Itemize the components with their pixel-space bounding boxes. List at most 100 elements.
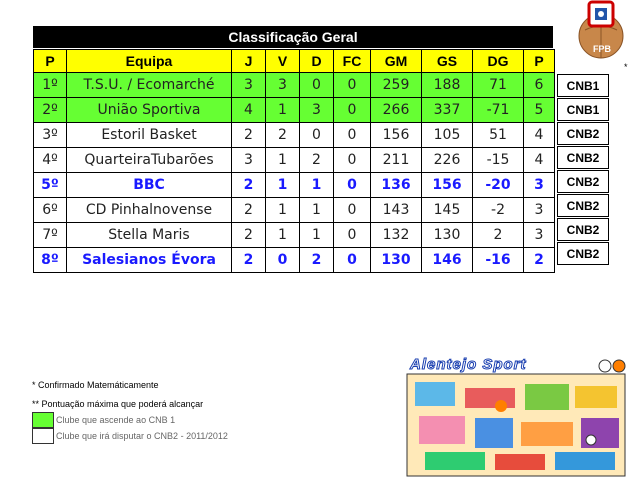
cell-losses: 2	[299, 247, 334, 273]
cell-played: 4	[231, 97, 266, 123]
cell-points-for: 211	[370, 147, 422, 173]
cell-team: Estoril Basket	[66, 122, 232, 148]
cell-points: 4	[523, 147, 555, 173]
cell-wins: 1	[265, 97, 300, 123]
legend-item-cnb2: Clube que irá disputar o CNB2 - 2011/201…	[32, 428, 228, 444]
col-header-team: Equipa	[66, 49, 232, 73]
table-row: 5º BBC 2 1 1 0 136 156 -20 3	[33, 172, 555, 198]
division-badge: CNB2	[557, 242, 609, 265]
cell-losses: 1	[299, 197, 334, 223]
division-column: CNB1 CNB1 CNB2 CNB2 CNB2 CNB2 CNB2 CNB2	[557, 74, 609, 266]
table-row: 4º QuarteiraTubarões 3 1 2 0 211 226 -15 4	[33, 147, 555, 173]
cell-team: QuarteiraTubarões	[66, 147, 232, 173]
legend-label-promotion: Clube que ascende ao CNB 1	[56, 415, 176, 425]
cell-losses: 0	[299, 72, 334, 98]
cell-team: T.S.U. / Ecomarché	[66, 72, 232, 98]
cell-difference: -71	[472, 97, 524, 123]
cell-wins: 1	[265, 197, 300, 223]
cell-difference: 51	[472, 122, 524, 148]
cell-played: 2	[231, 222, 266, 248]
col-header-position: P	[33, 49, 67, 73]
cell-team: BBC	[66, 172, 232, 198]
cell-difference: 71	[472, 72, 524, 98]
cell-played: 2	[231, 197, 266, 223]
table-row: 7º Stella Maris 2 1 1 0 132 130 2 3	[33, 222, 555, 248]
legend-label-cnb2: Clube que irá disputar o CNB2 - 2011/201…	[56, 431, 228, 441]
table-row: 8º Salesianos Évora 2 0 2 0 130 146 -16 2	[33, 247, 555, 273]
cell-difference: -16	[472, 247, 524, 273]
cell-losses: 3	[299, 97, 334, 123]
cell-points-for: 143	[370, 197, 422, 223]
cell-points: 2	[523, 247, 555, 273]
cell-difference: -2	[472, 197, 524, 223]
standings-title: Classificação Geral	[33, 26, 553, 48]
cell-position: 3º	[33, 122, 67, 148]
division-badge: CNB1	[557, 98, 609, 121]
cell-points-against: 145	[421, 197, 473, 223]
cell-position: 1º	[33, 72, 67, 98]
cell-forfeits: 0	[333, 147, 371, 173]
cell-losses: 2	[299, 147, 334, 173]
cell-position: 8º	[33, 247, 67, 273]
cell-points-against: 146	[421, 247, 473, 273]
cell-difference: 2	[472, 222, 524, 248]
cell-points: 6	[523, 72, 555, 98]
table-row: 6º CD Pinhalnovense 2 1 1 0 143 145 -2 3	[33, 197, 555, 223]
table-row: 2º União Sportiva 4 1 3 0 266 337 -71 5	[33, 97, 555, 123]
division-badge: CNB2	[557, 122, 609, 145]
cell-wins: 1	[265, 147, 300, 173]
cell-points-for: 132	[370, 222, 422, 248]
col-header-losses: D	[299, 49, 334, 73]
table-row: 1º T.S.U. / Ecomarché 3 3 0 0 259 188 71 6	[33, 72, 555, 98]
cell-team: CD Pinhalnovense	[66, 197, 232, 223]
note-max-points: ** Pontuação máxima que poderá alcançar	[32, 399, 204, 409]
col-header-difference: DG	[472, 49, 524, 73]
legend-swatch-white	[32, 428, 54, 444]
cell-losses: 1	[299, 172, 334, 198]
cell-points-against: 105	[421, 122, 473, 148]
legend-item-promotion: Clube que ascende ao CNB 1	[32, 412, 228, 428]
cell-forfeits: 0	[333, 197, 371, 223]
cell-points-against: 156	[421, 172, 473, 198]
cell-position: 5º	[33, 172, 67, 198]
table-row: 3º Estoril Basket 2 2 0 0 156 105 51 4	[33, 122, 555, 148]
division-badge: CNB2	[557, 146, 609, 169]
sport-image-caption: Alentejo Sport	[410, 356, 527, 374]
cell-wins: 1	[265, 172, 300, 198]
cell-played: 3	[231, 72, 266, 98]
division-badge: CNB2	[557, 194, 609, 217]
cell-forfeits: 0	[333, 122, 371, 148]
col-header-points-for: GM	[370, 49, 422, 73]
cell-position: 4º	[33, 147, 67, 173]
cell-points: 5	[523, 97, 555, 123]
cell-points-against: 188	[421, 72, 473, 98]
standings-table: P Equipa J V D FC GM GS DG P 1º T.S.U. / …	[33, 49, 555, 273]
cell-played: 2	[231, 122, 266, 148]
cell-difference: -15	[472, 147, 524, 173]
col-header-wins: V	[265, 49, 300, 73]
cell-played: 2	[231, 172, 266, 198]
division-badge: CNB2	[557, 170, 609, 193]
cell-points-for: 130	[370, 247, 422, 273]
division-badge: CNB2	[557, 218, 609, 241]
cell-wins: 3	[265, 72, 300, 98]
cartoon-sports-illustration-icon	[405, 356, 627, 478]
cell-forfeits: 0	[333, 172, 371, 198]
cell-team: União Sportiva	[66, 97, 232, 123]
col-header-played: J	[231, 49, 266, 73]
cell-wins: 1	[265, 222, 300, 248]
cell-points: 3	[523, 172, 555, 198]
cell-position: 6º	[33, 197, 67, 223]
cell-wins: 2	[265, 122, 300, 148]
cell-points: 3	[523, 197, 555, 223]
legend-swatch-green	[32, 412, 54, 428]
cell-forfeits: 0	[333, 97, 371, 123]
cell-position: 2º	[33, 97, 67, 123]
division-badge: CNB1	[557, 74, 609, 97]
cell-forfeits: 0	[333, 247, 371, 273]
cell-points: 4	[523, 122, 555, 148]
cell-played: 2	[231, 247, 266, 273]
col-header-points-against: GS	[421, 49, 473, 73]
cell-position: 7º	[33, 222, 67, 248]
cell-points-against: 226	[421, 147, 473, 173]
